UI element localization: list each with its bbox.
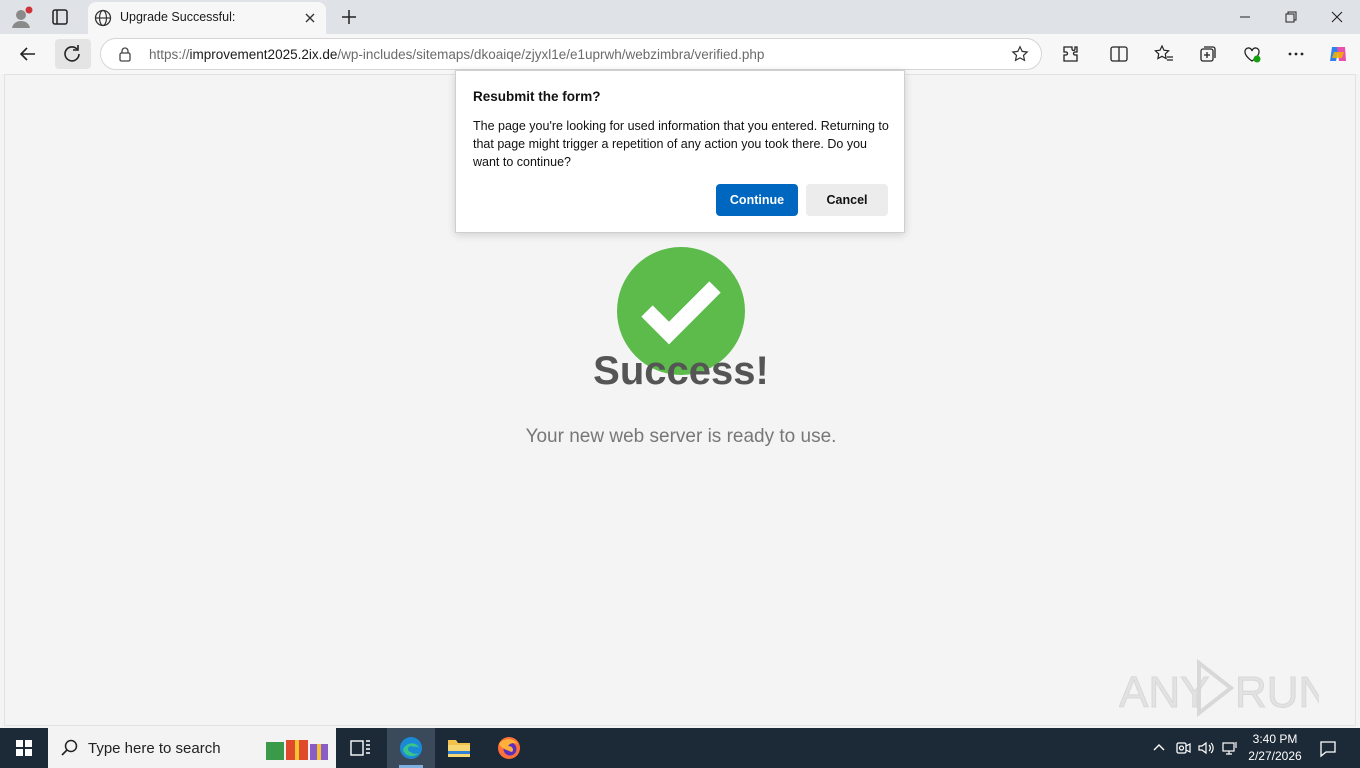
- clock-time: 3:40 PM: [1252, 732, 1298, 746]
- close-tab-icon[interactable]: [302, 10, 318, 26]
- url-text[interactable]: https://improvement2025.2ix.de/wp-includ…: [149, 47, 764, 62]
- new-tab-button[interactable]: [338, 6, 360, 28]
- refresh-button[interactable]: [55, 39, 91, 69]
- cancel-button[interactable]: Cancel: [806, 184, 888, 216]
- taskbar: Type here to search 3:40 PM 2/27/2026: [0, 728, 1360, 768]
- extensions-icon[interactable]: [1061, 44, 1081, 64]
- notifications-icon[interactable]: [1318, 738, 1338, 758]
- search-icon: [60, 738, 80, 758]
- svg-text:RUN: RUN: [1235, 668, 1319, 717]
- start-button[interactable]: [0, 728, 48, 768]
- system-clock[interactable]: 3:40 PM 2/27/2026: [1240, 731, 1310, 765]
- restore-button[interactable]: [1280, 6, 1302, 28]
- search-placeholder: Type here to search: [88, 740, 221, 757]
- svg-text:ANY: ANY: [1119, 668, 1209, 717]
- url-host: improvement2025.2ix.de: [189, 47, 338, 62]
- favorite-star-icon[interactable]: [1011, 45, 1029, 63]
- globe-icon: [94, 9, 112, 27]
- success-heading: Success!: [593, 349, 769, 393]
- camera-icon[interactable]: [1174, 739, 1192, 757]
- address-bar[interactable]: https://improvement2025.2ix.de/wp-includ…: [100, 38, 1042, 70]
- browser-essentials-icon[interactable]: [1242, 44, 1262, 64]
- anyrun-watermark: ANY RUN: [1119, 657, 1331, 719]
- tab-actions-icon[interactable]: [50, 7, 70, 27]
- continue-button[interactable]: Continue: [716, 184, 798, 216]
- success-subtext: Your new web server is ready to use.: [525, 426, 837, 447]
- minimize-button[interactable]: [1234, 6, 1256, 28]
- volume-icon[interactable]: [1197, 739, 1215, 757]
- favorites-icon[interactable]: [1154, 44, 1174, 64]
- tab-upgrade-successful[interactable]: Upgrade Successful:: [88, 2, 326, 34]
- url-path: /wp-includes/sitemaps/dkoaiqe/zjyxl1e/e1…: [337, 47, 765, 62]
- gifts-icon: [264, 734, 330, 762]
- clock-date: 2/27/2026: [1248, 749, 1302, 763]
- close-window-button[interactable]: [1326, 6, 1348, 28]
- taskbar-search[interactable]: Type here to search: [48, 728, 336, 768]
- collections-icon[interactable]: [1198, 44, 1218, 64]
- show-hidden-icons[interactable]: [1150, 739, 1168, 757]
- copilot-icon[interactable]: [1327, 43, 1349, 65]
- split-screen-icon[interactable]: [1109, 44, 1129, 64]
- profile-icon[interactable]: [9, 6, 33, 30]
- task-view-button[interactable]: [336, 728, 384, 768]
- taskbar-file-explorer[interactable]: [435, 728, 483, 768]
- dialog-title: Resubmit the form?: [473, 89, 601, 104]
- more-options-icon[interactable]: [1286, 44, 1306, 64]
- title-bar: Upgrade Successful:: [0, 0, 1360, 34]
- back-button[interactable]: [13, 39, 43, 69]
- url-prefix: https://: [149, 47, 190, 62]
- lock-icon[interactable]: [117, 46, 133, 62]
- browser-toolbar: https://improvement2025.2ix.de/wp-includ…: [0, 34, 1360, 74]
- tab-title: Upgrade Successful:: [120, 10, 236, 24]
- dialog-body: The page you're looking for used informa…: [473, 119, 889, 169]
- network-icon[interactable]: [1221, 739, 1239, 757]
- resubmit-dialog: Resubmit the form? The page you're looki…: [455, 70, 905, 233]
- taskbar-firefox[interactable]: [485, 728, 533, 768]
- taskbar-edge-app[interactable]: [387, 728, 435, 768]
